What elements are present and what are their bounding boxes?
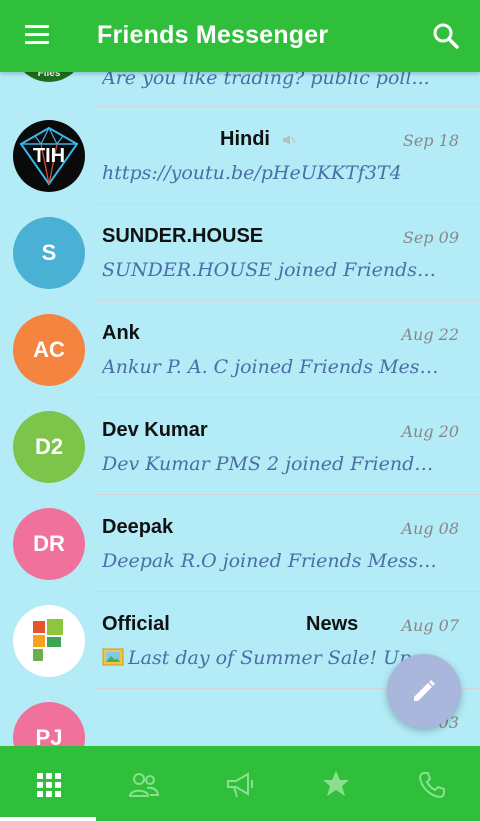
avatar: S (13, 217, 85, 289)
chat-preview: https://youtu.be/pHeUKKTf3T4 (102, 162, 402, 184)
tab-all[interactable] (0, 746, 96, 821)
chat-date: Aug 20 (401, 422, 459, 441)
avatar: D2 (13, 411, 85, 483)
chat-preview: Last day of Summer Sale! Up... (102, 647, 442, 669)
grid-icon (37, 773, 61, 797)
avatar: AC (13, 314, 85, 386)
star-icon (323, 771, 349, 796)
chat-name: Hindi (220, 128, 296, 151)
chat-preview: Deepak R.O joined Friends Messe... (102, 550, 442, 572)
pencil-icon (414, 680, 435, 701)
tab-favorites[interactable] (288, 746, 384, 821)
tab-channels[interactable] (192, 746, 288, 821)
chat-name: Deepak (102, 516, 174, 538)
avatar (13, 605, 85, 677)
chat-date: Aug 22 (401, 325, 459, 344)
chat-row[interactable]: DR Deepak Aug 08 Deepak R.O joined Frien… (0, 495, 480, 592)
chat-date: Aug 08 (401, 519, 459, 538)
chat-date: Aug 07 (401, 616, 459, 635)
chat-row[interactable]: TIH Hindi Sep 18 https://youtu.be/pHeUKK… (0, 107, 480, 204)
chat-preview: SUNDER.HOUSE joined Friends Me... (102, 259, 442, 281)
search-button[interactable] (430, 20, 462, 52)
chat-name-text: Official (102, 613, 170, 635)
chat-preview: Ankur P. A. C joined Friends Mess... (102, 356, 442, 378)
menu-icon (22, 25, 52, 44)
tab-contacts[interactable] (96, 746, 192, 821)
avatar: TIH (13, 120, 85, 192)
contacts-icon (128, 773, 160, 797)
phone-icon (418, 772, 445, 799)
avatar: PJ (13, 702, 85, 746)
chat-name: SUNDER.HOUSE (102, 225, 264, 247)
avatar: DR (13, 508, 85, 580)
compose-button[interactable] (387, 654, 461, 728)
menu-button[interactable] (22, 22, 52, 50)
chat-preview: Dev Kumar PMS 2 joined Friends... (102, 453, 442, 475)
chat-date: Sep 09 (402, 228, 459, 247)
bottom-nav (0, 746, 480, 821)
chat-name: Dev Kumar (102, 419, 208, 441)
tab-calls[interactable] (384, 746, 480, 821)
chat-name-text: Hindi (220, 128, 270, 150)
avatar-label: TIH (32, 145, 66, 167)
mute-icon (282, 134, 296, 145)
app-bar: Friends Messenger (0, 0, 480, 72)
chat-list: Files Are you like trading? public poll.… (0, 0, 480, 746)
chat-row[interactable]: D2 Dev Kumar Aug 20 Dev Kumar PMS 2 join… (0, 398, 480, 495)
chat-name: Official News (102, 613, 358, 636)
search-icon (433, 23, 459, 49)
chat-name-suffix: News (306, 613, 359, 635)
megaphone-icon (227, 772, 253, 798)
chat-preview-text: Last day of Summer Sale! Up... (128, 647, 430, 669)
chat-name: Ank (102, 322, 140, 344)
chat-row[interactable]: S SUNDER.HOUSE Sep 09 SUNDER.HOUSE joine… (0, 204, 480, 301)
chat-row[interactable]: AC Ank Aug 22 Ankur P. A. C joined Frien… (0, 301, 480, 398)
store-logo-icon (33, 619, 63, 661)
active-tab-indicator (0, 817, 96, 821)
app-title: Friends Messenger (97, 21, 329, 49)
chat-date: Sep 18 (402, 131, 459, 150)
image-icon (102, 648, 124, 666)
